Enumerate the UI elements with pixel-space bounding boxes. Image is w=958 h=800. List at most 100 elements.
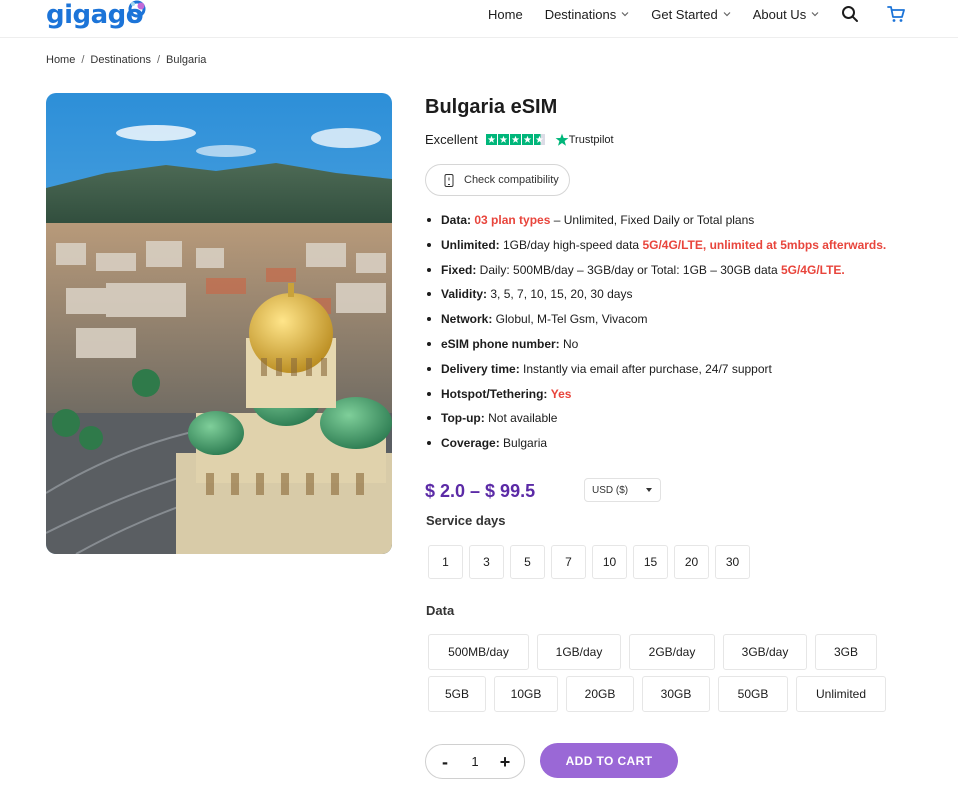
site-header: gigago Home Destinations Get Started About … (0, 0, 958, 38)
data-plan-option[interactable]: 10GB (494, 676, 558, 712)
feature-value: Globul, M-Tel Gsm, Vivacom (492, 312, 648, 327)
breadcrumb-current: Bulgaria (166, 54, 207, 66)
star-icon (485, 134, 497, 145)
service-day-option[interactable]: 30 (715, 545, 750, 579)
feature-value: 1GB/day high-speed data (499, 237, 643, 252)
phone-icon (444, 173, 454, 187)
trustpilot-logo[interactable]: Trustpilot (555, 133, 614, 147)
increase-button[interactable]: + (498, 753, 512, 771)
check-compatibility-button[interactable]: Check compatibility (425, 164, 570, 196)
feature-highlight: 03 plan types (474, 213, 551, 227)
quantity-value[interactable]: 1 (471, 754, 478, 769)
product-image (46, 93, 392, 554)
rating-row: Excellent Trustpilot (425, 132, 614, 147)
feature-value: Bulgaria (499, 436, 548, 451)
feature-key: Coverage: (441, 436, 500, 451)
feature-text: Fixed: Daily: 500MB/day – 3GB/day or Tot… (441, 262, 845, 278)
data-plan-option[interactable]: 500MB/day (428, 634, 529, 670)
breadcrumb-home[interactable]: Home (46, 54, 75, 66)
caret-down-icon (646, 488, 652, 492)
nav-item-destinations[interactable]: Destinations (545, 7, 630, 22)
add-to-cart-button[interactable]: ADD TO CART (540, 743, 678, 778)
bullet (427, 341, 431, 346)
feature-key: Top-up: (441, 411, 485, 426)
data-label: Data (426, 603, 455, 618)
data-plan-option[interactable]: 50GB (718, 676, 788, 712)
price-range: $ 2.0 – $ 99.5 (425, 481, 536, 501)
breadcrumb: Home / Destinations / Bulgaria (46, 54, 206, 66)
feature-key: Data: (441, 213, 472, 227)
feature-highlight: Yes (550, 386, 572, 401)
feature-key: Unlimited: (441, 237, 500, 252)
service-day-option[interactable]: 5 (510, 545, 545, 579)
feature-value: 3, 5, 7, 10, 15, 20, 30 days (487, 287, 633, 302)
data-plan-option[interactable]: 3GB/day (723, 634, 807, 670)
data-plan-option[interactable]: 2GB/day (629, 634, 715, 670)
feature-item: Fixed: Daily: 500MB/day – 3GB/day or Tot… (425, 262, 935, 287)
nav-item-label: About Us (752, 6, 807, 22)
feature-key: Hotspot/Tethering: (441, 386, 548, 401)
logo-mark-icon (128, 0, 146, 18)
data-plan-option[interactable]: 3GB (815, 634, 877, 670)
feature-item: Delivery time: Instantly via email after… (425, 361, 935, 386)
feature-text: eSIM phone number: No (441, 336, 578, 352)
data-options-row-1: 500MB/day 1GB/day 2GB/day 3GB/day 3GB (428, 634, 885, 670)
rating-label: Excellent (425, 132, 478, 147)
breadcrumb-destinations[interactable]: Destinations (90, 54, 151, 66)
feature-text: Coverage: Bulgaria (441, 435, 547, 451)
decrease-button[interactable]: - (438, 753, 452, 771)
service-days-label: Service days (426, 513, 506, 528)
service-day-option[interactable]: 7 (551, 545, 586, 579)
feature-value: Instantly via email after purchase, 24/7… (519, 361, 772, 376)
nav-item-get-started[interactable]: Get Started (651, 6, 731, 22)
feature-text: Unlimited: 1GB/day high-speed data 5G/4G… (441, 237, 886, 253)
feature-key: Validity: (441, 287, 488, 302)
service-days-options: 1 3 5 7 10 15 20 30 (428, 545, 756, 579)
data-plan-option[interactable]: 30GB (642, 676, 710, 712)
bullet (427, 292, 431, 297)
data-plan-option[interactable]: 20GB (566, 676, 634, 712)
feature-item: Hotspot/Tethering: Yes (425, 386, 935, 411)
bullet (427, 317, 431, 322)
feature-key: Fixed: (441, 262, 477, 277)
cathedral-landscape-image (46, 93, 392, 554)
service-day-option[interactable]: 3 (469, 545, 504, 579)
data-plan-option[interactable]: 5GB (428, 676, 486, 712)
feature-key: Delivery time: (441, 361, 520, 376)
cart-icon[interactable] (886, 4, 906, 24)
data-plan-option[interactable]: Unlimited (796, 676, 886, 712)
star-icon (533, 134, 545, 145)
nav-item-label: Home (488, 6, 523, 22)
feature-item: eSIM phone number: No (425, 336, 935, 361)
feature-item: Validity: 3, 5, 7, 10, 15, 20, 30 days (425, 286, 935, 311)
feature-text: Data: 03 plan types – Unlimited, Fixed D… (441, 212, 754, 228)
quantity-stepper: - 1 + (425, 744, 525, 779)
star-icon (521, 134, 533, 145)
chevron-down-icon (723, 12, 731, 17)
bullet (427, 366, 431, 371)
feature-item: Coverage: Bulgaria (425, 435, 935, 460)
check-compatibility-label: Check compatibility (464, 174, 559, 186)
bullet (427, 391, 431, 396)
feature-item: Network: Globul, M-Tel Gsm, Vivacom (425, 311, 935, 336)
star-icon (509, 134, 521, 145)
feature-text: Validity: 3, 5, 7, 10, 15, 20, 30 days (441, 286, 632, 302)
nav-item-label: Get Started (651, 6, 718, 22)
main-nav: Home Destinations Get Started About Us (488, 4, 841, 24)
data-options-row-2: 5GB 10GB 20GB 30GB 50GB Unlimited (428, 676, 894, 712)
data-plan-option[interactable]: 1GB/day (537, 634, 621, 670)
service-day-option[interactable]: 15 (633, 545, 668, 579)
service-day-option[interactable]: 1 (428, 545, 463, 579)
currency-select[interactable]: USD ($) (584, 478, 661, 502)
nav-item-about-us[interactable]: About Us (753, 7, 819, 22)
nav-item-home[interactable]: Home (488, 7, 523, 22)
feature-text: Delivery time: Instantly via email after… (441, 361, 772, 377)
search-icon[interactable] (840, 4, 860, 24)
bullet (427, 441, 431, 446)
chevron-down-icon (621, 12, 629, 17)
service-day-option[interactable]: 10 (592, 545, 627, 579)
service-day-option[interactable]: 20 (674, 545, 709, 579)
bullet (427, 242, 431, 247)
currency-value: USD ($) (592, 484, 629, 496)
star-icon (497, 134, 509, 145)
